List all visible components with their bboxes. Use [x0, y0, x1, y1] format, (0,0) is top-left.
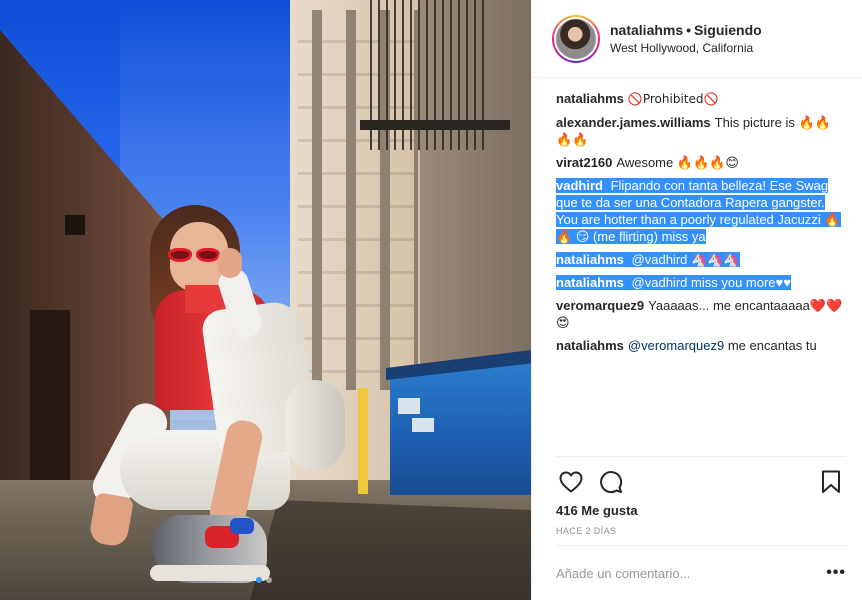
- story-ring[interactable]: [552, 14, 600, 63]
- comment-username[interactable]: nataliahms: [556, 338, 624, 353]
- comment: alexander.james.williams This picture is …: [556, 114, 846, 148]
- actions-section: 416 Me gusta HACE 2 DÍAS: [556, 456, 846, 536]
- comment: nataliahms @veromarquez9 me encantas tu: [556, 337, 846, 354]
- comment-text: 🦄🦄🦄: [691, 252, 740, 267]
- likes-count[interactable]: 416 Me gusta: [556, 503, 846, 518]
- yellow-pole: [358, 388, 368, 494]
- comment-input[interactable]: Añade un comentario...: [556, 566, 826, 581]
- comment-text: miss you more♥♥: [691, 275, 791, 290]
- heart-icon: [559, 471, 583, 493]
- comments-list: nataliahms 🚫Prohibited🚫 alexander.james.w…: [532, 78, 862, 458]
- header-text: nataliahms • Siguiendo West Hollywood, Cal…: [610, 22, 762, 55]
- comment-text: Awesome 🔥🔥🔥😊: [616, 155, 739, 170]
- comment-username[interactable]: veromarquez9: [556, 298, 644, 313]
- more-options-button[interactable]: •••: [826, 564, 846, 582]
- instagram-post: nataliahms • Siguiendo West Hollywood, Cal…: [0, 0, 862, 600]
- comment-button[interactable]: [596, 467, 626, 497]
- bookmark-icon: [822, 470, 840, 493]
- comment-selected: nataliahms @vadhird miss you more♥♥: [556, 274, 846, 291]
- username-link[interactable]: nataliahms: [610, 22, 683, 38]
- save-button[interactable]: [816, 467, 846, 497]
- carousel-dots[interactable]: [256, 577, 272, 583]
- dumpster-sticker: [412, 418, 434, 432]
- comment-icon: [600, 471, 623, 494]
- header-line: nataliahms • Siguiendo: [610, 22, 762, 38]
- comment-username[interactable]: vadhird: [556, 178, 603, 193]
- comment-selected: nataliahms @vadhird 🦄🦄🦄: [556, 251, 846, 268]
- comment-text: 🚫Prohibited🚫: [627, 92, 719, 106]
- action-bar: [556, 467, 846, 497]
- sneaker-sole: [150, 565, 270, 581]
- comment-username[interactable]: alexander.james.williams: [556, 115, 711, 130]
- comment-username[interactable]: nataliahms: [556, 252, 624, 267]
- wall-light: [65, 215, 85, 235]
- comment: veromarquez9 Yaaaaas... me encantaaaaa❤️❤…: [556, 297, 846, 331]
- shadow: [250, 500, 531, 600]
- like-button[interactable]: [556, 467, 586, 497]
- turtleneck: [185, 285, 219, 313]
- comment: nataliahms 🚫Prohibited🚫: [556, 90, 846, 108]
- follow-status[interactable]: Siguiendo: [694, 22, 762, 38]
- post-sidebar: nataliahms • Siguiendo West Hollywood, Cal…: [531, 0, 862, 600]
- location-link[interactable]: West Hollywood, California: [610, 41, 762, 55]
- comment-username[interactable]: virat2160: [556, 155, 612, 170]
- mention-link[interactable]: @veromarquez9: [628, 338, 724, 353]
- dumpster-sticker: [398, 398, 420, 414]
- post-header: nataliahms • Siguiendo West Hollywood, Cal…: [532, 0, 862, 78]
- carousel-dot-1[interactable]: [256, 577, 262, 583]
- comment: virat2160 Awesome 🔥🔥🔥😊: [556, 154, 846, 171]
- comment-selected: vadhird Flipando con tanta belleza! Ese …: [556, 177, 846, 245]
- right-hand: [218, 248, 242, 278]
- separator: •: [686, 22, 692, 38]
- white-bag: [285, 380, 345, 470]
- carousel-dot-2[interactable]: [266, 577, 272, 583]
- comment-username[interactable]: nataliahms: [556, 275, 624, 290]
- mention-link[interactable]: @vadhird: [632, 252, 688, 267]
- sneaker-blue-accent: [230, 518, 254, 534]
- post-photo[interactable]: [0, 0, 531, 600]
- comment-username[interactable]: nataliahms: [556, 91, 624, 106]
- red-sunglasses: [168, 248, 222, 264]
- avatar[interactable]: [554, 16, 598, 61]
- fire-escape-platform: [360, 120, 510, 130]
- doorway: [30, 310, 70, 480]
- mention-link[interactable]: @vadhird: [632, 275, 688, 290]
- add-comment-bar: Añade un comentario... •••: [556, 545, 846, 600]
- comment-text: me encantas tu: [727, 338, 817, 353]
- post-time[interactable]: HACE 2 DÍAS: [556, 526, 846, 536]
